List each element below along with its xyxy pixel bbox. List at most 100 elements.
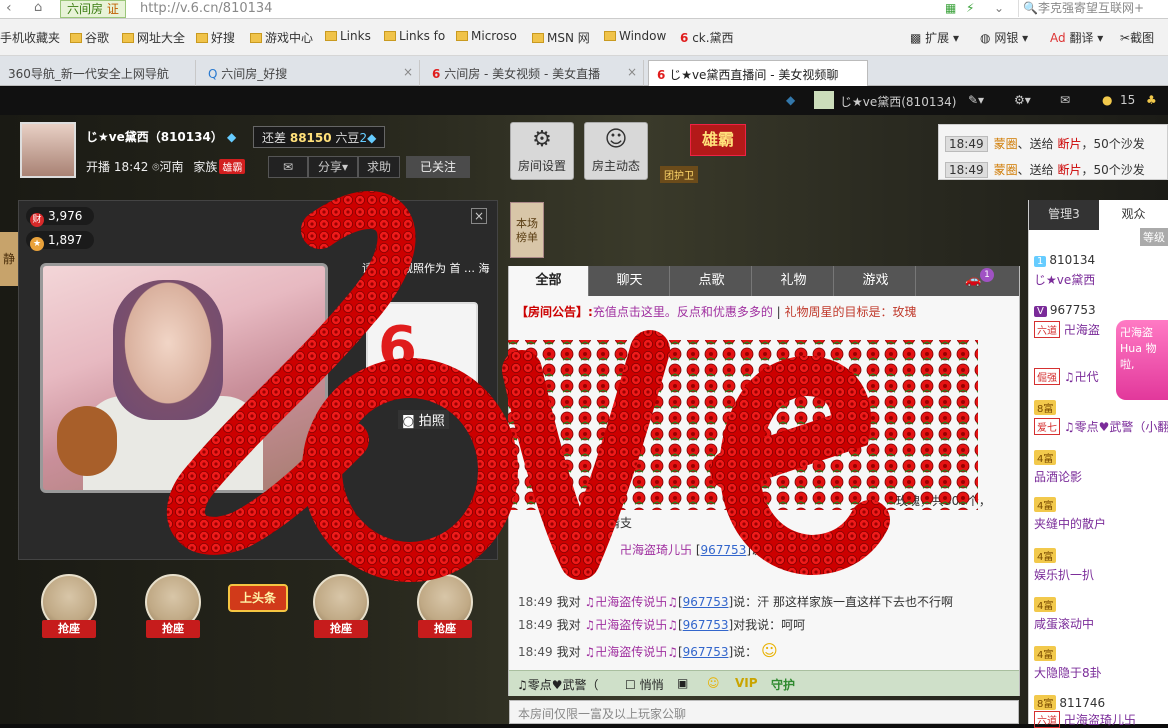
seat-slot[interactable]: 抢座 [310, 574, 372, 644]
browser-tab[interactable]: 6 六间房 - 美女视频 - 美女直播 × [424, 60, 644, 86]
ext-button[interactable]: ▩ 扩展 ▾ [910, 29, 959, 46]
user-row[interactable]: じ★ve黛西 [1034, 271, 1168, 288]
level-sort[interactable]: 等级 [1140, 228, 1168, 246]
chat-message: 18:49 我对 ♫卍海盗传说卐♫[967753]说：汗 那这样家族一直这样下去也… [518, 595, 953, 609]
vip-icon[interactable]: VIP [735, 676, 758, 690]
user-row[interactable]: 咸蛋滚动中 [1034, 615, 1168, 632]
emoji-icon[interactable]: ☺ [707, 676, 720, 690]
fav-item[interactable]: Links fo [384, 29, 445, 43]
fav-item[interactable]: 手机收藏夹 [0, 29, 60, 46]
user-row[interactable]: 4富 [1034, 597, 1168, 612]
mail-icon[interactable]: ✉ [1060, 93, 1070, 107]
chat-message: 卍海盗的热情支 [548, 516, 633, 530]
chat-message: 玫瑰，共300个， [896, 494, 991, 508]
followed-button[interactable]: 已关注 [406, 156, 470, 178]
user-row[interactable]: 8富 811746 [1034, 695, 1168, 710]
lightning-icon[interactable]: ⚡ [966, 1, 974, 15]
guard-badge[interactable]: 团护卫 [660, 166, 698, 183]
home-icon[interactable]: ⌂ [34, 0, 42, 15]
seat-slot[interactable]: 抢座 [142, 574, 204, 644]
chat-tab-gift[interactable]: 礼物 [754, 266, 834, 296]
chat-tab-all[interactable]: 全部 [509, 266, 589, 296]
share-button[interactable]: 分享▾ [308, 156, 358, 178]
browser-tab[interactable]: Q 六间房_好搜 × [200, 60, 420, 86]
user-row[interactable]: 品酒论影 [1034, 468, 1168, 485]
fav-item[interactable]: MSN 网 [532, 29, 590, 46]
fav-item[interactable]: Microso [456, 29, 517, 43]
car-tab[interactable]: 🚗 [928, 266, 1019, 296]
edit-icon[interactable]: ✎▾ [968, 93, 984, 107]
side-tab[interactable]: 静 [0, 232, 18, 286]
rank-button[interactable]: 本场榜单 [510, 202, 544, 258]
ext-button[interactable]: ◍ 网银 ▾ [980, 29, 1028, 46]
user-row[interactable]: 4富 [1034, 548, 1168, 563]
host-name[interactable]: じ★ve黛西（810134） ◆ [86, 128, 236, 145]
browser-tab-active[interactable]: 6 じ★ve黛西直播间 - 美女视频聊 [648, 60, 868, 86]
search-input[interactable]: 🔍李克强寄望互联网+ [1018, 0, 1168, 17]
user-row[interactable]: 大隐隐于8卦 [1034, 664, 1168, 681]
wealth-stat: 财 3,976 [26, 207, 94, 227]
user-row[interactable]: 4富 [1034, 497, 1168, 512]
chat-tab-chat[interactable]: 聊天 [590, 266, 670, 296]
grid-icon[interactable]: ▦ [945, 1, 956, 15]
user-row[interactable]: V 967753 [1034, 303, 1168, 317]
fav-item[interactable]: 谷歌 [70, 29, 109, 46]
close-icon[interactable]: × [627, 65, 637, 79]
ext-button[interactable]: ✂截图 [1120, 29, 1154, 46]
chevron-down-icon[interactable]: ⌄ [994, 1, 1004, 15]
user-name[interactable]: じ★ve黛西(810134) [840, 93, 956, 110]
headline-button[interactable]: 上头条 [228, 584, 288, 612]
user-row[interactable]: 爱七 ♫零点♥武警（小翻 [1034, 418, 1168, 435]
coin-icon: ● [1102, 93, 1113, 107]
host-avatar[interactable] [20, 122, 76, 178]
fav-item[interactable]: Links [325, 29, 371, 43]
room-settings-button[interactable]: ⚙ 房间设置 [510, 122, 574, 180]
image-icon[interactable]: ▣ [677, 676, 688, 690]
promo-banner[interactable]: 卍海盗 Hua 物啦, [1116, 320, 1168, 400]
user-row[interactable]: 夹缝中的散户 [1034, 515, 1168, 532]
avatar[interactable] [814, 91, 834, 109]
family-flag[interactable]: 雄霸 [690, 124, 746, 156]
guard-icon[interactable]: 守护 [771, 676, 795, 693]
back-icon[interactable]: ‹ [6, 0, 12, 16]
gear-icon[interactable]: ⚙▾ [1014, 93, 1031, 107]
chat-tab-game[interactable]: 游戏 [836, 266, 916, 296]
user-row[interactable]: 4富 [1034, 646, 1168, 661]
user-row[interactable]: 8富 [1034, 400, 1168, 415]
tab-audience[interactable]: 观众 [1099, 200, 1168, 230]
folder-icon [456, 31, 468, 41]
mail-button[interactable]: ✉ [268, 156, 308, 178]
family-badge[interactable]: 雄霸 [219, 159, 246, 174]
close-icon[interactable]: × [403, 65, 413, 79]
whisper-checkbox[interactable]: ☐ 悄悄 [625, 676, 664, 693]
seat-slot[interactable]: 抢座 [38, 574, 100, 644]
url-text[interactable]: http://v.6.cn/810134 [140, 0, 272, 17]
user-row[interactable]: 六道 卍海盗琦儿卐 [1034, 711, 1168, 728]
browser-tab[interactable]: 360导航_新一代安全上网导航 [0, 60, 196, 86]
video-stream[interactable] [40, 263, 328, 493]
user-row[interactable]: 1 810134 [1034, 253, 1168, 267]
poster-hint: 请护 … 靓照作为 首 … 海报 [362, 262, 490, 289]
chat-input[interactable]: 本房间仅限一富及以上玩家公聊 [509, 700, 1019, 724]
host-news-button[interactable]: ☺ 房主动态 [584, 122, 648, 180]
user-row[interactable]: 4富 [1034, 450, 1168, 465]
tab-manage[interactable]: 管理3 [1029, 200, 1099, 230]
chat-tab-song[interactable]: 点歌 [672, 266, 752, 296]
poster-logo: 6 [366, 302, 478, 394]
fav-item[interactable]: 好搜 [196, 29, 235, 46]
fav-item[interactable]: 网址大全 [122, 29, 185, 46]
chat-target-select[interactable]: ♫零点♥武警（ [517, 676, 599, 693]
user-row[interactable]: 娱乐扒一扒 [1034, 566, 1168, 583]
level-progress: 还差 88150 六豆2◆ [253, 126, 386, 148]
snapshot-button[interactable]: ◙ 拍照 [398, 410, 449, 429]
chat-message: 18:49 我对 ♫卍海盗传说卐♫[967753]说： ☺ [518, 641, 778, 660]
site-topbar: ◆ じ★ve黛西(810134) ✎▾ ⚙▾ ✉ ● 15 ♣ [0, 87, 1168, 115]
fav-item[interactable]: Window [604, 29, 666, 43]
seat-slot[interactable]: 抢座 [414, 574, 476, 644]
folder-icon [532, 33, 544, 43]
fav-item[interactable]: 游戏中心 [250, 29, 313, 46]
close-icon[interactable]: × [471, 208, 487, 224]
fav-item[interactable]: 6 ck.黛西 [680, 29, 734, 46]
help-button[interactable]: 求助 [358, 156, 400, 178]
ext-button[interactable]: Ad 翻译 ▾ [1050, 29, 1103, 46]
